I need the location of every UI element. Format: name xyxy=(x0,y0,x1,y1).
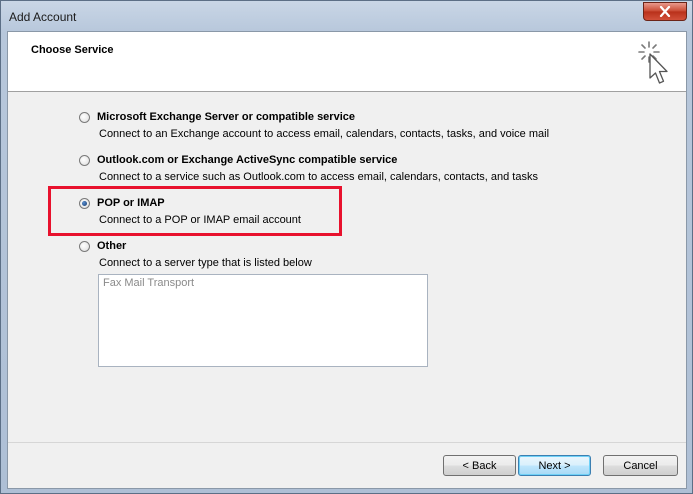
option-label[interactable]: Outlook.com or Exchange ActiveSync compa… xyxy=(97,154,397,166)
title-bar[interactable]: Add Account xyxy=(1,1,692,31)
next-button[interactable]: Next > xyxy=(518,455,591,476)
server-type-list[interactable]: Fax Mail Transport xyxy=(98,274,428,367)
option-description: Connect to a service such as Outlook.com… xyxy=(99,171,538,183)
window-title: Add Account xyxy=(9,10,77,24)
cancel-button[interactable]: Cancel xyxy=(603,455,678,476)
close-icon xyxy=(659,6,671,17)
option-label[interactable]: Other xyxy=(97,240,126,252)
exchange-radio[interactable] xyxy=(79,112,90,123)
close-button[interactable] xyxy=(643,2,687,21)
add-account-dialog: Add Account Choose Service Microsoft Exc… xyxy=(0,0,693,494)
outlook-com-radio[interactable] xyxy=(79,155,90,166)
wizard-header: Choose Service xyxy=(8,32,686,92)
option-description: Connect to an Exchange account to access… xyxy=(99,128,550,140)
page-title: Choose Service xyxy=(31,44,114,56)
list-item[interactable]: Fax Mail Transport xyxy=(103,277,194,289)
footer-divider xyxy=(8,442,686,443)
highlight-box xyxy=(48,186,342,236)
other-radio[interactable] xyxy=(79,241,90,252)
option-label[interactable]: Microsoft Exchange Server or compatible … xyxy=(97,111,355,123)
back-button[interactable]: < Back xyxy=(443,455,516,476)
dialog-content: Choose Service Microsoft Exchange Server… xyxy=(7,31,687,489)
option-description: Connect to a server type that is listed … xyxy=(99,257,312,269)
wizard-sparkle-cursor-icon xyxy=(638,41,668,84)
